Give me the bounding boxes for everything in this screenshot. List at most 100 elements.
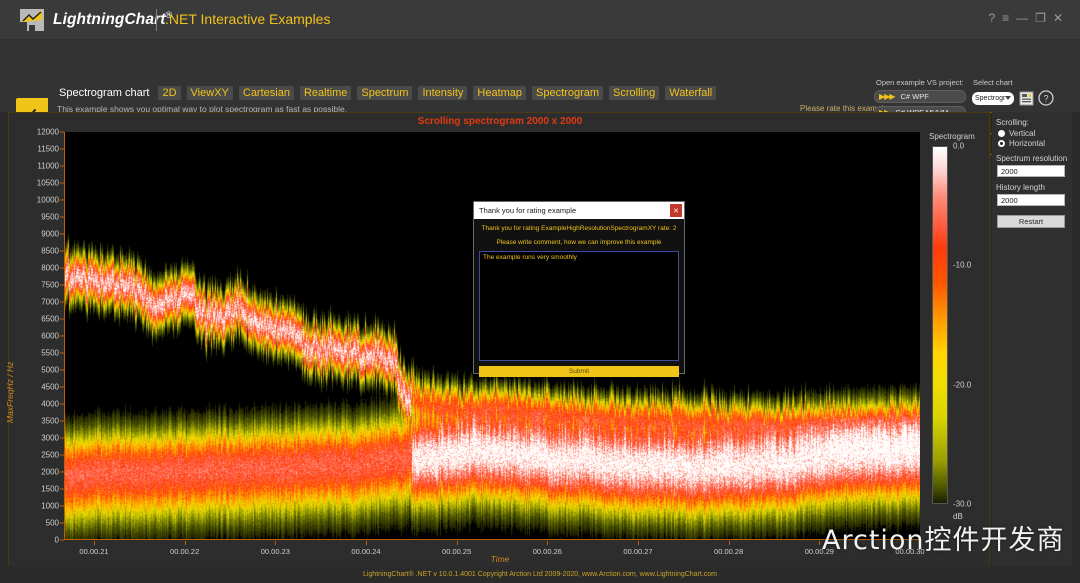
x-axis-tick-mark (456, 541, 458, 545)
y-axis-tick-label: 12000 (36, 127, 59, 137)
x-axis-tick-mark (728, 541, 730, 545)
y-axis-tick-label: 7500 (41, 280, 59, 290)
chevron-down-icon (1005, 95, 1011, 102)
y-axis-tick-label: 11500 (37, 144, 59, 154)
tab-spectrum[interactable]: Spectrum (357, 86, 413, 100)
close-window-button[interactable]: ✕ (1053, 11, 1070, 25)
y-axis-tick-label: 1000 (41, 501, 59, 511)
scrolling-option-vertical[interactable]: Vertical (998, 129, 1072, 138)
tab-scrolling[interactable]: Scrolling (609, 86, 660, 100)
color-legend-bar[interactable] (932, 146, 948, 504)
y-axis-tick-label: 3500 (41, 416, 59, 426)
breadcrumb-current: Spectrogram chart (59, 87, 150, 99)
y-axis-tick-label: 4500 (41, 382, 59, 392)
y-axis-tick-label: 9500 (41, 212, 59, 222)
y-axis-tick-label: 10000 (36, 195, 59, 205)
play-arrows-icon: ▶▶▶ (879, 92, 896, 101)
y-axis-tick-label: 8500 (41, 246, 59, 256)
options-panel: Scrolling: Vertical Horizontal Spectrum … (992, 112, 1072, 574)
x-axis-tick-mark (184, 541, 186, 545)
select-chart-title: Select chart (973, 78, 1013, 87)
x-axis-tick-mark (638, 541, 639, 545)
application-window: LightningChart® .NET Interactive Example… (0, 0, 1080, 583)
lightningchart-logo-icon (20, 9, 44, 31)
color-legend-title: Spectrogram (929, 132, 975, 141)
restore-window-button[interactable]: ❐ (1035, 11, 1053, 25)
window-controls[interactable]: ?≡—❐✕ (988, 11, 1070, 25)
chart-title: Scrolling spectrogram 2000 x 2000 (417, 116, 583, 127)
y-axis-tick-label: 1500 (41, 484, 59, 494)
tab-heatmap[interactable]: Heatmap (473, 86, 527, 100)
color-legend: Spectrogram 0.0 -10.0 -20.0 -30.0 dB (929, 132, 987, 532)
brand-title: LightningChart® (53, 10, 172, 29)
help-window-button[interactable]: ? (988, 11, 1002, 25)
tab-viewxy[interactable]: ViewXY (186, 86, 233, 100)
brand-divider (156, 9, 157, 31)
x-axis-tick-mark (275, 541, 277, 545)
scrolling-horizontal-label: Horizontal (1009, 139, 1046, 148)
dialog-title: Thank you for rating example (479, 206, 577, 215)
y-axis-tick-label: 10500 (36, 178, 59, 188)
close-icon[interactable]: ✕ (670, 204, 682, 217)
y-axis-tick-label: 6500 (41, 314, 59, 324)
y-axis-tick-label: 500 (45, 518, 59, 528)
dialog-message-primary: Thank you for rating ExampleHighResoluti… (481, 225, 677, 232)
radio-vertical[interactable] (998, 130, 1005, 137)
scrolling-label: Scrolling: (996, 118, 1029, 127)
color-legend-tick-label: -30.0 (953, 499, 972, 509)
y-axis-tick-label: 8000 (41, 263, 59, 273)
y-axis-tick-label: 3000 (41, 433, 59, 443)
tab-intensity[interactable]: Intensity (418, 86, 468, 100)
spectrum-resolution-input[interactable]: 2000 (997, 165, 1065, 177)
tab-waterfall[interactable]: Waterfall (665, 86, 717, 100)
restart-button[interactable]: Restart (997, 215, 1065, 228)
select-chart-dropdown[interactable]: Spectrogr... (972, 91, 1014, 105)
radio-horizontal[interactable] (998, 140, 1005, 147)
y-axis-tick-label: 6000 (41, 331, 59, 341)
color-legend-unit: dB (953, 512, 963, 521)
x-axis-tick-mark (910, 541, 911, 545)
question-mark-icon[interactable]: ? (1038, 90, 1054, 106)
title-bar: LightningChart® .NET Interactive Example… (0, 0, 1080, 40)
y-axis-tick-label: 2500 (41, 450, 59, 460)
select-chart-value: Spectrogr... (975, 94, 1005, 102)
list-view-icon[interactable] (1018, 90, 1034, 106)
breadcrumb: Spectrogram chart 2D ViewXY Cartesian Re… (56, 86, 717, 100)
menu-window-button[interactable]: ≡ (1002, 11, 1016, 25)
history-length-input[interactable]: 2000 (997, 194, 1065, 206)
y-axis-tick-label: 9000 (41, 229, 59, 239)
y-axis[interactable]: 12000 11500 11000 10500 10000 9500 9000 8500 800… (17, 128, 64, 545)
tab-cartesian[interactable]: Cartesian (238, 86, 294, 100)
scrolling-vertical-label: Vertical (1009, 129, 1036, 138)
tab-spectrogram[interactable]: Spectrogram (532, 86, 604, 100)
subbrand-title: .NET Interactive Examples (165, 11, 331, 27)
open-vs-project-title: Open example VS project: (876, 78, 964, 87)
y-axis-tick-label: 4000 (41, 399, 59, 409)
tab-2d[interactable]: 2D (158, 86, 181, 100)
tab-realtime[interactable]: Realtime (299, 86, 352, 100)
open-csharp-wpf-label: C# WPF (900, 92, 929, 101)
svg-text:?: ? (1043, 94, 1048, 104)
dialog-message-secondary: Please write comment, how we can improve… (496, 239, 662, 246)
select-chart-row: Spectrogr... (972, 90, 1064, 106)
x-axis-tick-mark (94, 541, 95, 545)
status-bar: LightningChart® .NET v 10.0.1.4001 Copyr… (0, 566, 1080, 583)
open-csharp-wpf-button[interactable]: ▶▶▶ C# WPF (874, 90, 966, 103)
dialog-title-bar: Thank you for rating example ✕ (474, 202, 684, 219)
y-axis-tick-label: 11000 (37, 161, 59, 171)
rating-thankyou-dialog: Thank you for rating example ✕ Thank you… (473, 201, 685, 377)
minimize-window-button[interactable]: — (1016, 11, 1035, 25)
y-axis-tick-label: 5000 (41, 365, 59, 375)
spectrum-resolution-label: Spectrum resolution (996, 154, 1068, 163)
copyright-text: LightningChart® .NET v 10.0.1.4001 Copyr… (362, 571, 718, 578)
y-axis-tick-label: 5500 (41, 348, 59, 358)
brand-name: LightningChart (53, 11, 166, 29)
y-axis-tick-label: 7000 (41, 297, 59, 307)
y-axis-title: MaxFreqHz / Hz (5, 361, 15, 423)
y-axis-tick-label: 2000 (41, 467, 59, 477)
color-legend-tick-label: -20.0 (953, 380, 972, 390)
history-length-label: History length (996, 183, 1045, 192)
scrolling-option-horizontal[interactable]: Horizontal (998, 139, 1072, 148)
comment-textarea[interactable]: The example runs very smoothly (479, 251, 679, 361)
submit-button[interactable]: Submit (479, 366, 679, 377)
